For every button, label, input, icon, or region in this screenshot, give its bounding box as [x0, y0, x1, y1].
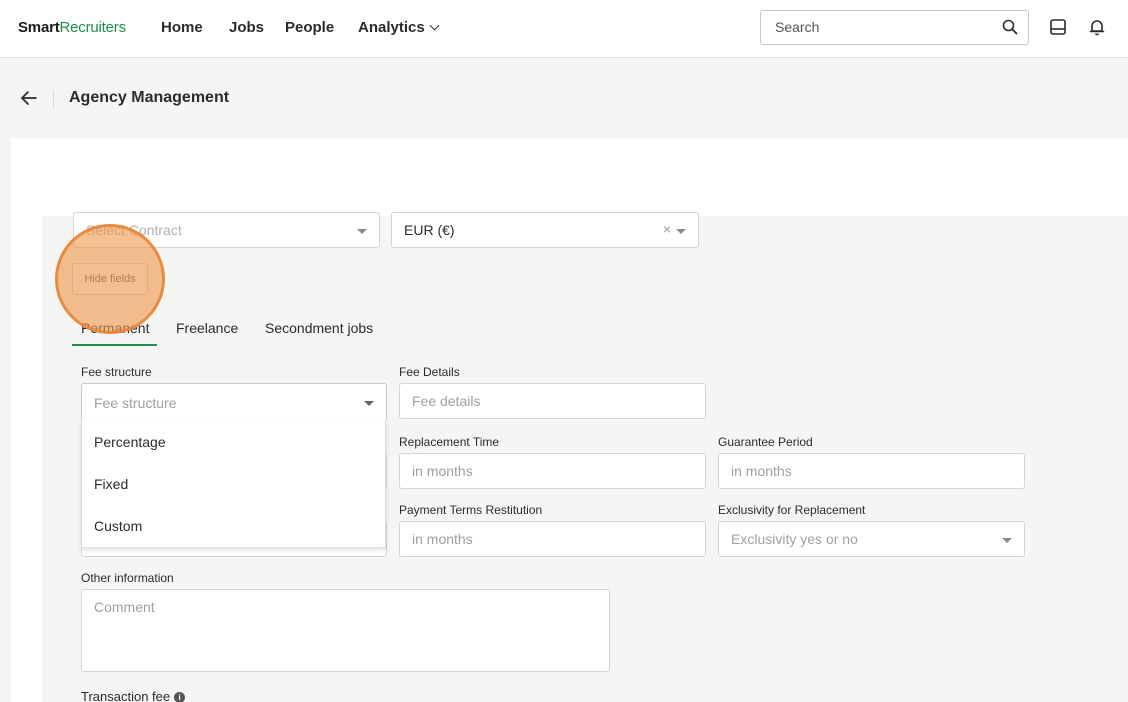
guarantee-period-field[interactable]	[718, 453, 1025, 489]
contract-select[interactable]: Select Contract	[73, 212, 380, 248]
fee-details-label: Fee Details	[399, 365, 460, 379]
transaction-fee-heading: Transaction fee i	[81, 689, 186, 702]
other-information-label: Other information	[81, 571, 174, 585]
transaction-fee-label: Transaction fee	[81, 689, 171, 702]
nav-analytics-label: Analytics	[358, 19, 425, 36]
smartrecruiters-logo[interactable]: SmartRecruiters	[18, 19, 126, 36]
contract-select-placeholder: Select Contract	[86, 222, 182, 238]
chevron-down-icon	[429, 20, 440, 31]
tab-secondment-jobs[interactable]: Secondment jobs	[265, 320, 373, 336]
nav-home[interactable]: Home	[161, 19, 203, 36]
dropdown-option-fixed[interactable]: Fixed	[94, 476, 128, 492]
card-left-strip	[11, 216, 42, 702]
nav-people[interactable]: People	[285, 19, 334, 36]
fee-structure-label: Fee structure	[81, 365, 152, 379]
top-navigation-bar: SmartRecruiters Home Jobs People Analyti…	[0, 0, 1128, 58]
back-arrow-icon[interactable]	[20, 90, 38, 111]
search-icon[interactable]	[1002, 19, 1018, 40]
inbox-icon[interactable]	[1049, 18, 1067, 41]
nav-analytics[interactable]: Analytics	[358, 19, 440, 36]
header-divider	[53, 90, 54, 108]
replacement-time-input[interactable]	[412, 463, 672, 479]
currency-select[interactable]: EUR (€) ×	[391, 212, 699, 248]
clear-icon[interactable]: ×	[663, 221, 671, 237]
payment-terms-field[interactable]	[399, 521, 706, 557]
payment-terms-label: Payment Terms Restitution	[399, 503, 543, 517]
caret-down-icon	[1002, 538, 1012, 543]
payment-terms-input[interactable]	[412, 531, 672, 547]
fee-structure-select[interactable]: Fee structure	[81, 383, 387, 421]
search-input[interactable]	[775, 19, 995, 35]
replacement-time-label: Replacement Time	[399, 435, 500, 449]
other-information-field[interactable]	[81, 589, 610, 672]
tab-freelance[interactable]: Freelance	[176, 320, 238, 336]
guarantee-period-label: Guarantee Period	[718, 435, 813, 449]
bell-icon[interactable]	[1088, 18, 1106, 41]
page-title: Agency Management	[69, 89, 230, 106]
fee-structure-dropdown-menu: Percentage Fixed Custom	[81, 420, 386, 548]
exclusivity-placeholder: Exclusivity yes or no	[731, 531, 858, 547]
search-box[interactable]	[760, 10, 1029, 45]
comment-textarea[interactable]	[94, 599, 542, 659]
replacement-time-field[interactable]	[399, 453, 706, 489]
fee-details-input[interactable]	[412, 393, 672, 409]
card-header-area	[11, 139, 1128, 216]
fee-structure-placeholder: Fee structure	[94, 395, 177, 411]
hide-fields-button[interactable]: Hide fields	[72, 263, 148, 295]
active-tab-indicator	[72, 344, 157, 346]
nav-jobs[interactable]: Jobs	[229, 19, 264, 36]
currency-value: EUR (€)	[404, 222, 455, 238]
dropdown-option-custom[interactable]: Custom	[94, 518, 142, 534]
guarantee-period-input[interactable]	[731, 463, 991, 479]
dropdown-option-percentage[interactable]: Percentage	[94, 434, 166, 450]
exclusivity-select[interactable]: Exclusivity yes or no	[718, 521, 1025, 557]
caret-down-icon	[357, 229, 367, 234]
exclusivity-label: Exclusivity for Replacement	[718, 503, 866, 517]
info-icon[interactable]: i	[174, 692, 186, 702]
fee-details-field[interactable]	[399, 383, 706, 419]
page-header: Agency Management	[0, 58, 1128, 139]
caret-down-icon	[676, 229, 686, 234]
caret-down-icon	[364, 401, 374, 406]
tab-permanent[interactable]: Permanent	[81, 320, 149, 336]
